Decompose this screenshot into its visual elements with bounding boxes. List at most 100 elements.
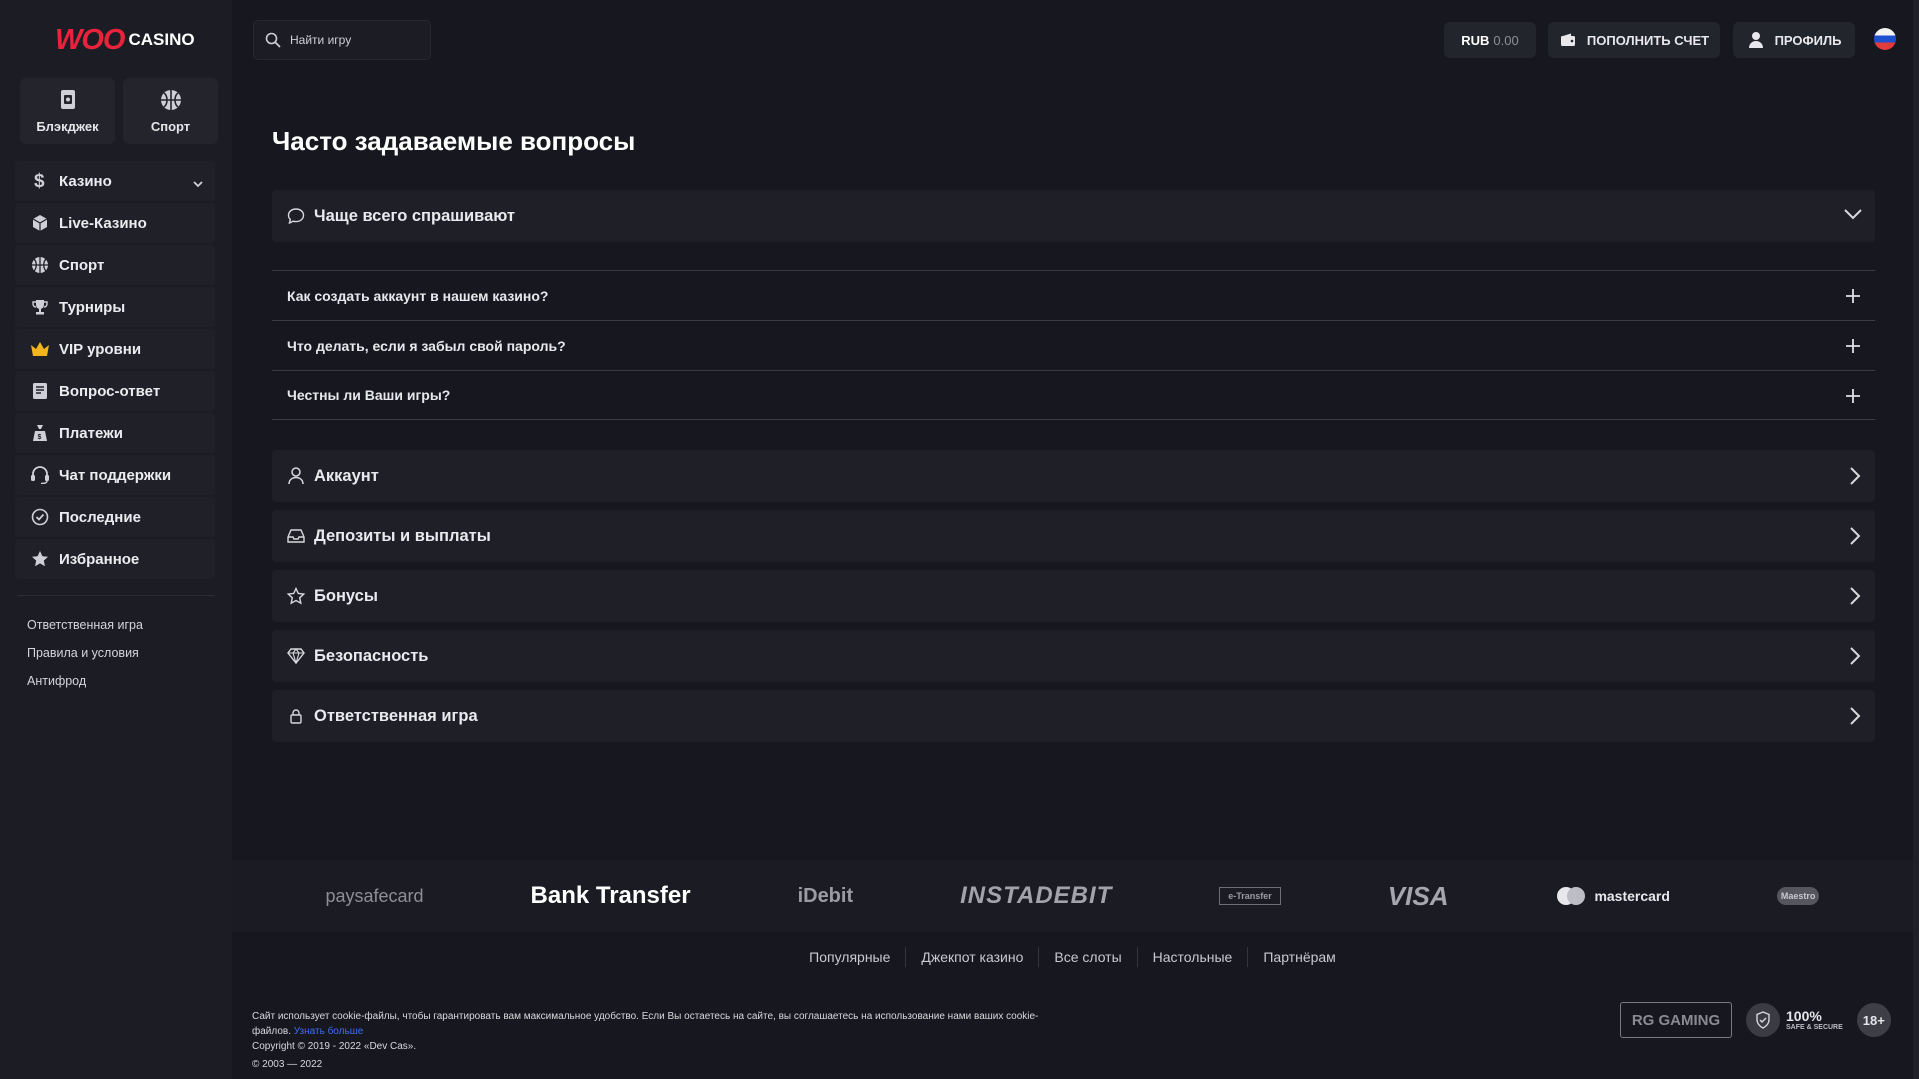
chevron-right-icon[interactable]: [1849, 466, 1861, 491]
cookie-text: Сайт использует cookie-файлы, чтобы гара…: [252, 1011, 1039, 1037]
blackjack-card-icon: [57, 89, 79, 111]
dollar-icon: $: [30, 171, 50, 191]
chevron-down-icon[interactable]: [1843, 206, 1863, 225]
plus-icon[interactable]: [1845, 288, 1861, 304]
faq-category-responsible-gaming[interactable]: Ответственная игра: [272, 690, 1875, 742]
lock-icon: [287, 707, 305, 725]
headset-icon: [30, 465, 50, 485]
payment-logo-mastercard: mastercard: [1555, 886, 1670, 906]
sidebar-item-label: Казино: [59, 172, 112, 190]
chevron-right-icon[interactable]: [1849, 646, 1861, 671]
chevron-right-icon[interactable]: [1849, 706, 1861, 731]
plus-icon[interactable]: [1845, 338, 1861, 354]
faq-question[interactable]: Честны ли Ваши игры?: [272, 370, 1875, 420]
star-outline-icon: [287, 587, 305, 605]
faq-question[interactable]: Что делать, если я забыл свой пароль?: [272, 320, 1875, 370]
balance-display[interactable]: RUB 0.00: [1444, 22, 1536, 58]
faq-category-bonuses[interactable]: Бонусы: [272, 570, 1875, 622]
sidebar-nav: $ Казино Live-Казино Спорт Турниры VIP у…: [15, 161, 215, 581]
responsible-gaming-badge[interactable]: RG GAMING: [1620, 1002, 1732, 1038]
secure-percent: 100%: [1786, 1007, 1822, 1024]
logo-woo: WOO: [55, 23, 125, 56]
ball-icon: [30, 255, 50, 275]
sidebar-item-live-casino[interactable]: Live-Казино: [15, 203, 215, 243]
trophy-icon: [30, 297, 50, 317]
sidebar-item-label: Платежи: [59, 424, 123, 442]
sidebar-divider: [18, 595, 214, 596]
language-flag-icon[interactable]: [1874, 28, 1896, 50]
payment-logo-etransfer: e-Transfer: [1219, 887, 1281, 905]
deposit-button[interactable]: ПОПОЛНИТЬ СЧЕТ: [1548, 22, 1720, 58]
footer-link-partners[interactable]: Партнёрам: [1247, 947, 1350, 967]
wallet-icon: [1559, 31, 1577, 49]
sidebar-item-tournaments[interactable]: Турниры: [15, 287, 215, 327]
mastercard-label: mastercard: [1594, 888, 1670, 904]
sidebar-item-label: Спорт: [59, 256, 105, 274]
footer-link-all-slots[interactable]: Все слоты: [1038, 947, 1136, 967]
scrollbar[interactable]: [1913, 0, 1919, 1079]
quick-link-sport[interactable]: Спорт: [123, 78, 218, 144]
faq-question-list: Как создать аккаунт в нашем казино? Что …: [272, 270, 1875, 420]
casino-logo[interactable]: WOO CASINO: [55, 24, 195, 56]
chevron-right-icon[interactable]: [1849, 526, 1861, 551]
faq-category-account[interactable]: Аккаунт: [272, 450, 1875, 502]
chat-bubble-icon: [287, 207, 305, 225]
sidebar-item-label: Чат поддержки: [59, 466, 172, 484]
category-label: Аккаунт: [314, 466, 379, 485]
footer-link-jackpot[interactable]: Джекпот казино: [905, 947, 1038, 967]
faq-category-deposits[interactable]: Депозиты и выплаты: [272, 510, 1875, 562]
plus-icon[interactable]: [1845, 388, 1861, 404]
faq-question-text: Что делать, если я забыл свой пароль?: [287, 337, 566, 354]
sidebar-item-recent[interactable]: Последние: [15, 497, 215, 537]
search-input[interactable]: [290, 33, 420, 47]
link-responsible-gaming[interactable]: Ответственная игра: [27, 616, 143, 644]
faq-question[interactable]: Как создать аккаунт в нашем казино?: [272, 270, 1875, 320]
deposit-label: ПОПОЛНИТЬ СЧЕТ: [1586, 32, 1710, 48]
payment-logo-instadebit: INSTADEBIT: [960, 882, 1113, 909]
balance-amount: 0.00: [1493, 32, 1519, 48]
copyright: Copyright © 2019 - 2022 «Dev Cas».: [252, 1041, 417, 1052]
sidebar-item-vip[interactable]: VIP уровни: [15, 329, 215, 369]
mastercard-circles-icon: [1557, 887, 1586, 905]
faq-section-title: Чаще всего спрашивают: [314, 206, 516, 225]
money-bag-icon: $: [30, 423, 50, 443]
chevron-down-icon[interactable]: [193, 175, 203, 192]
svg-text:$: $: [38, 434, 42, 441]
search-box[interactable]: [253, 20, 431, 60]
quick-link-label: Спорт: [150, 118, 191, 134]
basketball-icon: [160, 89, 182, 111]
faq-question-text: Как создать аккаунт в нашем казино?: [287, 287, 549, 304]
sidebar-item-sport[interactable]: Спорт: [15, 245, 215, 285]
sidebar-item-favorites[interactable]: Избранное: [15, 539, 215, 579]
shield-check-icon: [1746, 1003, 1780, 1037]
cookie-notice: Сайт использует cookie-файлы, чтобы гара…: [252, 1009, 1072, 1039]
inbox-icon: [287, 527, 305, 545]
sidebar-item-casino[interactable]: $ Казино: [15, 161, 215, 201]
sidebar-footer-links: Ответственная игра Правила и условия Ант…: [27, 616, 143, 700]
sidebar-item-support-chat[interactable]: Чат поддержки: [15, 455, 215, 495]
quick-link-label: Блэкджек: [36, 118, 99, 134]
link-antifraud[interactable]: Антифрод: [27, 672, 143, 700]
sidebar-item-label: Live-Казино: [59, 214, 147, 232]
footer-link-popular[interactable]: Популярные: [794, 947, 905, 967]
faq-category-security[interactable]: Безопасность: [272, 630, 1875, 682]
footer-nav: Популярные Джекпот казино Все слоты Наст…: [232, 942, 1913, 972]
quick-links: Блэкджек Спорт: [20, 78, 218, 144]
link-terms[interactable]: Правила и условия: [27, 644, 143, 672]
search-icon: [265, 32, 281, 48]
faq-popular-section[interactable]: Чаще всего спрашивают: [272, 190, 1875, 242]
chevron-right-icon[interactable]: [1849, 586, 1861, 611]
logo-casino: CASINO: [128, 30, 195, 49]
category-label: Безопасность: [314, 646, 429, 665]
sidebar-item-payments[interactable]: $ Платежи: [15, 413, 215, 453]
quick-link-blackjack[interactable]: Блэкджек: [20, 78, 115, 144]
clock-check-icon: [30, 507, 50, 527]
sidebar-item-faq[interactable]: Вопрос-ответ: [15, 371, 215, 411]
footer-link-table-games[interactable]: Настольные: [1136, 947, 1248, 967]
profile-button[interactable]: ПРОФИЛЬ: [1733, 22, 1855, 58]
cookie-learn-more-link[interactable]: Узнать больше: [294, 1026, 364, 1037]
user-icon: [1747, 31, 1765, 49]
sidebar-item-label: Избранное: [59, 550, 140, 568]
age-restriction-badge: 18+: [1856, 1003, 1891, 1037]
profile-label: ПРОФИЛЬ: [1774, 32, 1842, 48]
